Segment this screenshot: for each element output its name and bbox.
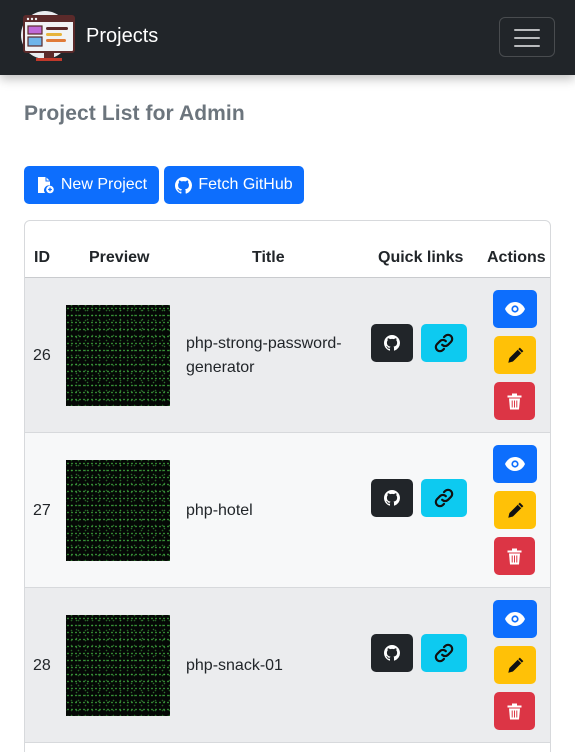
project-title: php-strong-password- generator <box>186 332 361 380</box>
table-row: 26 php-strong-password- generator <box>25 278 550 433</box>
table-header: ID Preview Title Quick links Actions <box>25 221 550 278</box>
page-title: Project List for Admin <box>24 102 245 125</box>
project-title-line: generator <box>186 359 255 376</box>
edit-button[interactable] <box>494 336 536 374</box>
delete-button[interactable] <box>494 537 535 575</box>
edit-button[interactable] <box>494 491 536 529</box>
file-plus-icon <box>37 177 54 194</box>
header-quick-links: Quick links <box>378 249 464 266</box>
github-link-button[interactable] <box>371 324 413 362</box>
live-link-button[interactable] <box>421 479 467 517</box>
fetch-github-button[interactable]: Fetch GitHub <box>164 166 304 204</box>
view-button[interactable] <box>493 290 537 328</box>
project-title-line: php-hotel <box>186 502 253 519</box>
project-title: php-hotel <box>186 499 361 523</box>
github-link-button[interactable] <box>371 634 413 672</box>
edit-button[interactable] <box>494 646 536 684</box>
table-row: 28 php-snack-01 <box>25 588 550 743</box>
github-icon <box>384 490 400 506</box>
trash-icon <box>507 703 522 719</box>
table-row: 27 php-hotel <box>25 433 550 588</box>
eye-icon <box>505 612 525 626</box>
project-preview-image <box>66 305 170 406</box>
delete-button[interactable] <box>494 692 535 730</box>
view-button[interactable] <box>493 600 537 638</box>
header-preview: Preview <box>89 249 150 266</box>
link-icon <box>434 488 454 508</box>
project-title: php-snack-01 <box>186 654 361 678</box>
view-button[interactable] <box>493 445 537 483</box>
fetch-github-label: Fetch GitHub <box>198 176 293 193</box>
projects-table: ID Preview Title Quick links Actions 26 … <box>24 220 551 752</box>
github-icon <box>384 645 400 661</box>
link-icon <box>434 643 454 663</box>
navbar-toggler-button[interactable] <box>499 17 555 57</box>
hamburger-icon-line <box>514 37 540 39</box>
live-link-button[interactable] <box>421 324 467 362</box>
trash-icon <box>507 393 522 409</box>
project-preview-image <box>66 460 170 561</box>
project-id: 26 <box>33 347 51 364</box>
eye-icon <box>505 302 525 316</box>
header-id: ID <box>34 249 50 266</box>
navbar: Projects <box>0 0 575 75</box>
code-window-logo[interactable] <box>20 10 78 64</box>
github-link-button[interactable] <box>371 479 413 517</box>
delete-button[interactable] <box>494 382 535 420</box>
github-icon <box>175 176 193 194</box>
eye-icon <box>505 457 525 471</box>
header-actions: Actions <box>487 249 546 266</box>
link-icon <box>434 333 454 353</box>
new-project-button[interactable]: New Project <box>24 166 159 204</box>
header-title: Title <box>252 249 285 266</box>
trash-icon <box>507 548 522 564</box>
hamburger-icon-line <box>514 45 540 47</box>
new-project-label: New Project <box>60 176 148 193</box>
project-title-line: php-snack-01 <box>186 657 283 674</box>
project-title-line: php-strong-password- <box>186 335 342 352</box>
project-preview-image <box>66 615 170 716</box>
project-id: 28 <box>33 657 51 674</box>
live-link-button[interactable] <box>421 634 467 672</box>
pencil-icon <box>507 347 523 363</box>
github-icon <box>384 335 400 351</box>
hamburger-icon <box>514 29 540 31</box>
navbar-brand[interactable]: Projects <box>86 23 158 49</box>
pencil-icon <box>507 502 523 518</box>
pencil-icon <box>507 657 523 673</box>
project-id: 27 <box>33 502 51 519</box>
